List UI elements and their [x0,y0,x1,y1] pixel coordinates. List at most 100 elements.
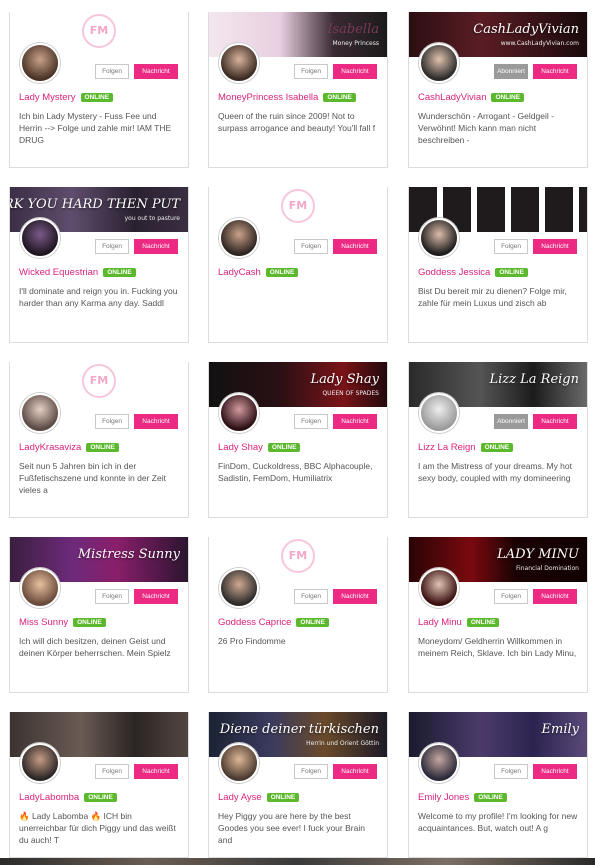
message-button[interactable]: Nachricht [533,764,577,779]
avatar[interactable] [219,43,259,83]
profile-card[interactable]: FM Folgen Nachricht Goddess Caprice ONLINE 26… [208,537,388,693]
follow-button[interactable]: Folgen [95,239,129,254]
avatar[interactable] [419,43,459,83]
avatar[interactable] [20,218,60,258]
profile-name-link[interactable]: CashLadyVivian [418,92,486,103]
profile-card[interactable]: Folgen Nachricht Goddess Jessica ONLINE Bist… [408,187,588,343]
profile-name-link[interactable]: LadyCash [218,267,261,278]
follow-button[interactable]: Folgen [294,64,328,79]
profile-description: I'll dominate and reign you in. Fucking … [19,286,178,308]
profile-name-link[interactable]: Emily Jones [418,792,469,803]
message-button[interactable]: Nachricht [134,764,178,779]
profile-card[interactable]: I'LL WORK YOU HARD THEN PUT you out to pa… [9,187,189,343]
avatar[interactable] [419,568,459,608]
message-button[interactable]: Nachricht [333,414,377,429]
follow-button[interactable]: Folgen [294,764,328,779]
message-button[interactable]: Nachricht [533,64,577,79]
profile-card[interactable]: Emily Folgen Nachricht Emily Jones ONLINE Wel… [408,712,588,858]
avatar[interactable] [20,743,60,783]
online-badge: ONLINE [265,268,299,277]
subscribed-button[interactable]: Abonniert [494,414,528,429]
profile-description: Hey Piggy you are here by the best Goode… [218,811,365,845]
profile-name-link[interactable]: Lady Ayse [218,792,262,803]
avatar[interactable] [419,393,459,433]
follow-button[interactable]: Folgen [95,64,129,79]
message-button[interactable]: Nachricht [134,589,178,604]
message-button[interactable]: Nachricht [533,239,577,254]
profile-name-link[interactable]: Lady Mystery [19,92,76,103]
message-button[interactable]: Nachricht [533,414,577,429]
site-logo-watermark: FM [281,539,315,573]
avatar[interactable] [20,393,60,433]
profile-name-link[interactable]: Miss Sunny [19,617,68,628]
online-badge: ONLINE [466,618,500,627]
follow-button[interactable]: Folgen [294,414,328,429]
profile-name-row: Goddess Caprice ONLINE [218,617,329,628]
message-button[interactable]: Nachricht [134,239,178,254]
follow-button[interactable]: Folgen [95,589,129,604]
avatar[interactable] [419,218,459,258]
profile-name-row: MoneyPrincess Isabella ONLINE [218,92,356,103]
site-logo-watermark: FM [82,364,116,398]
follow-button[interactable]: Folgen [494,239,528,254]
message-button[interactable]: Nachricht [333,764,377,779]
profile-card[interactable]: FM Folgen Nachricht Lady Mystery ONLINE Ich b… [9,12,189,168]
banner-title: Diene deiner türkischen [219,722,379,737]
profile-card[interactable]: Isabella Money Princess Folgen Nachricht Mon… [208,12,388,168]
avatar[interactable] [219,393,259,433]
avatar[interactable] [219,218,259,258]
profile-card[interactable]: Diene deiner türkischen Herrin und Orient… [208,712,388,858]
online-badge: ONLINE [474,793,507,802]
message-button[interactable]: Nachricht [333,589,377,604]
banner-title: CashLadyVivian [473,22,579,37]
profile-name-link[interactable]: MoneyPrincess Isabella [218,92,318,103]
online-badge: ONLINE [323,93,356,102]
profile-card[interactable]: Mistress Sunny Folgen Nachricht Miss Sunny O… [9,537,189,693]
message-button[interactable]: Nachricht [333,239,377,254]
profile-name-link[interactable]: LadyKrasaviza [19,442,81,453]
online-badge: ONLINE [495,268,528,277]
profile-card[interactable]: LADY MINU Financial Domination Folgen Nachr… [408,537,588,693]
follow-button[interactable]: Folgen [95,414,129,429]
follow-button[interactable]: Folgen [494,589,528,604]
message-button[interactable]: Nachricht [134,64,178,79]
profile-name-link[interactable]: Lady Minu [418,617,462,628]
profile-card[interactable]: CashLadyVivian www.CashLadyVivian.com Abon… [408,12,588,168]
online-badge: ONLINE [84,793,117,802]
message-button[interactable]: Nachricht [533,589,577,604]
online-badge: ONLINE [491,93,525,102]
profile-name-link[interactable]: Wicked Equestrian [19,267,98,278]
profile-description: Ich bin Lady Mystery - Fuss Fee und Herr… [19,111,172,145]
profile-name-row: Lizz La Reign ONLINE [418,442,514,453]
profile-name-link[interactable]: Goddess Caprice [218,617,291,628]
online-badge: ONLINE [80,93,114,102]
online-badge: ONLINE [480,443,514,452]
profile-name-link[interactable]: LadyLabomba [19,792,79,803]
profile-card[interactable]: FM Folgen Nachricht LadyKrasaviza ONLINE Seit… [9,362,189,518]
message-button[interactable]: Nachricht [333,64,377,79]
profile-description: Bist Du bereit mir zu dienen? Folge mir,… [418,286,567,308]
follow-button[interactable]: Folgen [95,764,129,779]
profile-card[interactable]: Folgen Nachricht LadyLabomba ONLINE 🔥 Lady L… [9,712,189,858]
profile-name-row: Miss Sunny ONLINE [19,617,106,628]
profile-card[interactable]: Lizz La Reign Abonniert Nachricht Lizz La R… [408,362,588,518]
profile-name-row: Lady Ayse ONLINE [218,792,300,803]
avatar[interactable] [20,568,60,608]
avatar[interactable] [219,568,259,608]
profile-name-link[interactable]: Lady Shay [218,442,263,453]
follow-button[interactable]: Folgen [294,589,328,604]
avatar[interactable] [20,43,60,83]
avatar[interactable] [219,743,259,783]
profile-description: FinDom, Cuckoldress, BBC Alphacouple, Sa… [218,461,373,483]
profile-description: Moneydom/ Geldherrin Willkommen in meine… [418,636,577,658]
profile-card[interactable]: Lady Shay QUEEN OF SPADES Folgen Nachricht L… [208,362,388,518]
profile-name-link[interactable]: Goddess Jessica [418,267,490,278]
profile-card[interactable]: FM Folgen Nachricht LadyCash ONLINE [208,187,388,343]
avatar[interactable] [419,743,459,783]
banner-title: Mistress Sunny [77,547,180,562]
subscribed-button[interactable]: Abonniert [494,64,528,79]
follow-button[interactable]: Folgen [494,764,528,779]
profile-name-link[interactable]: Lizz La Reign [418,442,476,453]
follow-button[interactable]: Folgen [294,239,328,254]
message-button[interactable]: Nachricht [134,414,178,429]
